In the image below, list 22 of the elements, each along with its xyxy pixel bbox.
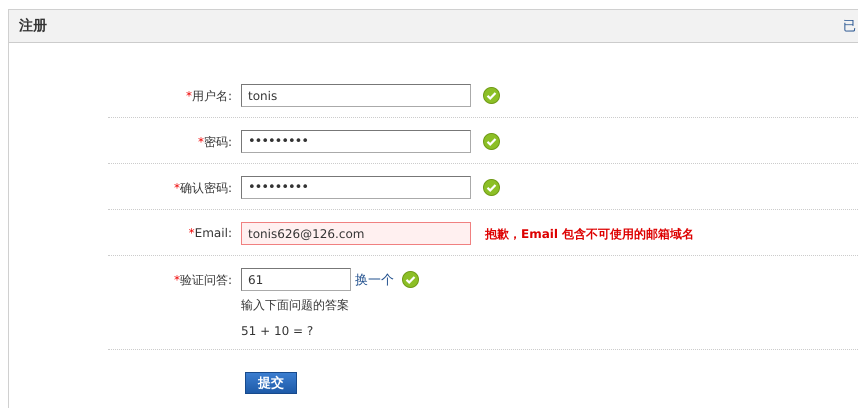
required-mark: * [174,181,180,195]
panel-title: 注册 [19,17,47,35]
input-field[interactable]: tonis [241,84,471,107]
field-label: 用户名: [192,89,232,103]
question-text: 51 + 10 = ? [241,324,314,338]
error-message: 抱歉，Email 包含不可使用的邮箱域名 [485,226,694,243]
field-label: 确认密码: [180,181,232,195]
answer-field[interactable]: 61 [241,268,351,291]
input-field[interactable]: tonis626@126.com [241,222,471,245]
required-mark: * [186,89,192,103]
input-field[interactable]: ••••••••• [241,130,471,153]
required-mark: * [198,135,204,149]
header-link[interactable]: 已 [843,17,856,35]
field-label: 密码: [204,135,232,149]
field-label: 验证问答: [180,273,232,287]
field-label: Email: [194,226,232,240]
required-mark: * [174,273,180,287]
submit-button[interactable]: 提交 [245,372,297,394]
required-mark: * [188,226,195,240]
refresh-link[interactable]: 换一个 [355,270,394,288]
input-field[interactable]: ••••••••• [241,176,471,199]
hint-text: 输入下面问题的答案 [241,297,350,314]
